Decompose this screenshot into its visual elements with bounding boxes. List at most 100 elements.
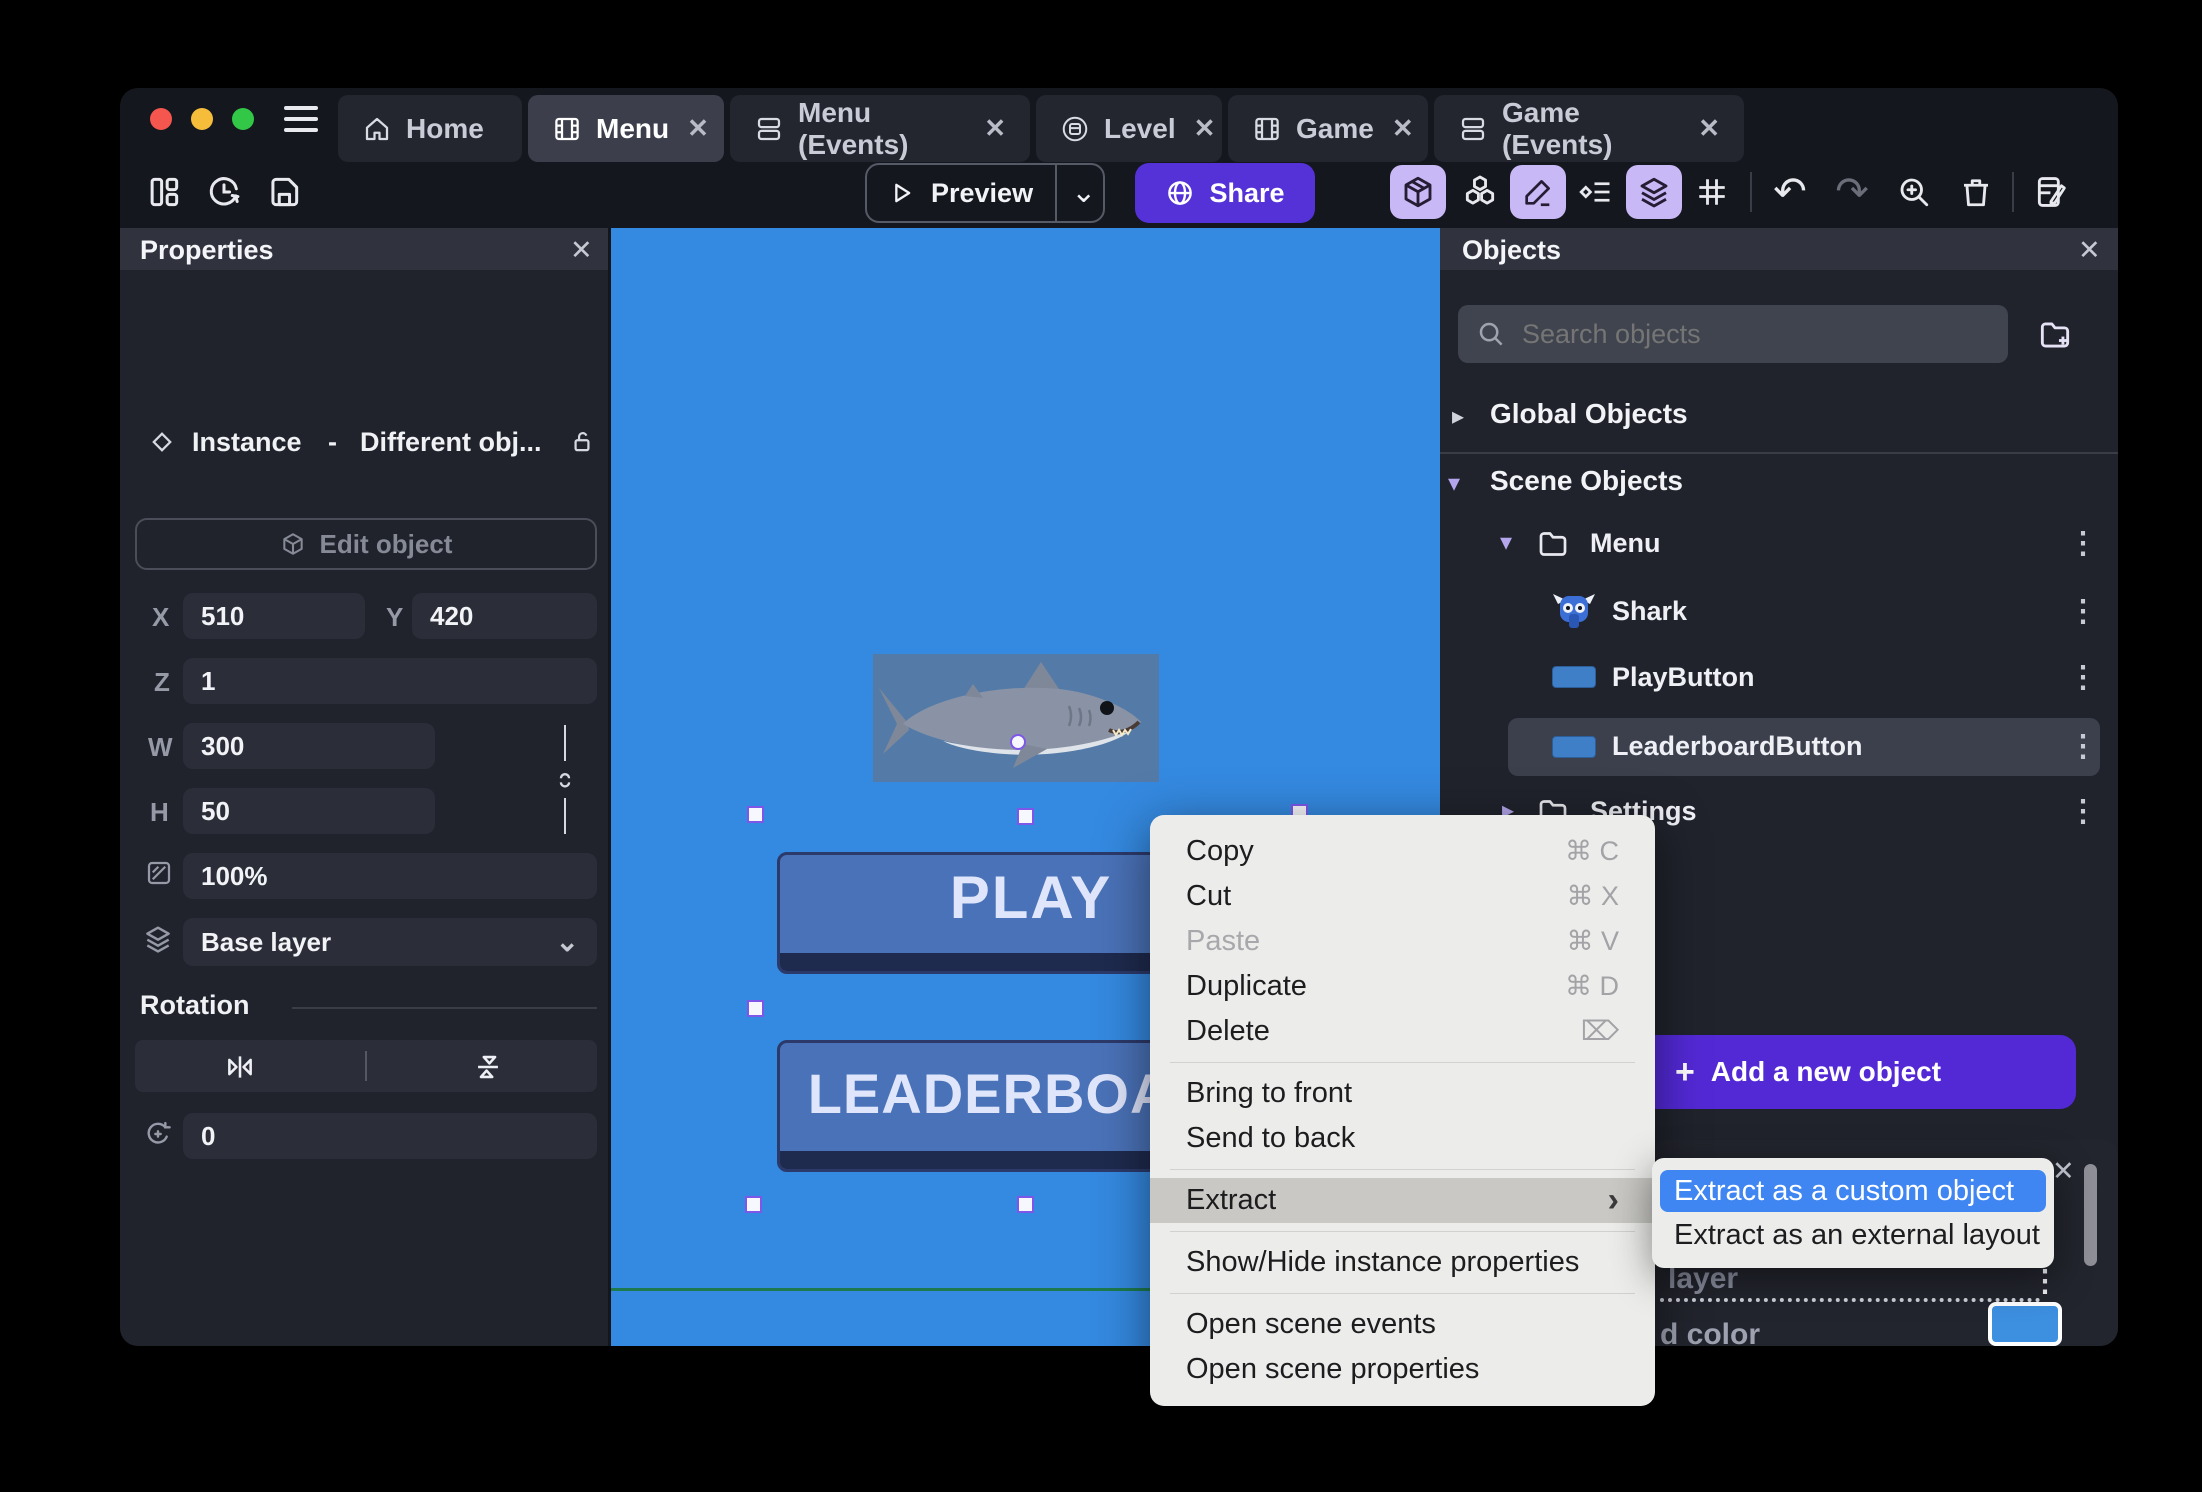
kebab-menu-icon[interactable]: ⋮ <box>2068 594 2099 629</box>
menu-item-extract[interactable]: Extract › <box>1150 1178 1655 1223</box>
selection-handle-bottom-left[interactable] <box>745 1196 762 1213</box>
kebab-menu-icon[interactable]: ⋮ <box>2068 660 2099 695</box>
kebab-menu-icon[interactable]: ⋮ <box>2068 526 2099 561</box>
menu-divider <box>1170 1169 1635 1170</box>
search-objects-box[interactable] <box>1458 305 2008 363</box>
global-objects-section[interactable]: Global Objects <box>1490 398 1688 430</box>
close-icon[interactable]: ✕ <box>1392 113 1414 144</box>
grid-icon[interactable] <box>1684 165 1740 219</box>
kebab-menu-icon[interactable]: ⋮ <box>2068 729 2099 764</box>
close-icon[interactable]: ✕ <box>1194 113 1216 144</box>
flip-vertical-icon[interactable] <box>471 1050 505 1084</box>
menu-item-open-scene-events[interactable]: Open scene events <box>1150 1302 1655 1347</box>
background-color-swatch[interactable] <box>1988 1302 2062 1346</box>
submenu-item-extract-external-layout[interactable]: Extract as an external layout <box>1660 1214 2046 1256</box>
tree-row-leaderboardbutton[interactable]: LeaderboardButton ⋮ <box>1508 718 2100 776</box>
selection-handle-top-center[interactable] <box>1017 808 1034 825</box>
objects-icon[interactable] <box>1452 165 1508 219</box>
search-objects-input[interactable] <box>1520 317 2008 351</box>
add-folder-icon[interactable] <box>2036 316 2074 354</box>
close-icon[interactable]: ✕ <box>984 113 1006 144</box>
close-icon[interactable]: ✕ <box>570 235 593 266</box>
selection-handle-bottom-center[interactable] <box>1017 1196 1034 1213</box>
share-button[interactable]: Share <box>1135 163 1315 223</box>
tab-home[interactable]: Home <box>338 95 522 162</box>
close-icon[interactable]: ✕ <box>687 113 709 144</box>
x-field[interactable] <box>183 593 365 639</box>
global-objects-caret[interactable]: ▸ <box>1452 402 1464 431</box>
rotate-handle[interactable] <box>1010 734 1026 750</box>
y-field[interactable] <box>412 593 597 639</box>
scene-objects-section[interactable]: Scene Objects <box>1490 465 1683 497</box>
menu-item-show-hide-instance-properties[interactable]: Show/Hide instance properties <box>1150 1240 1655 1285</box>
edit-pencil-icon[interactable] <box>1510 165 1566 219</box>
selection-handle-mid-left[interactable] <box>747 1000 764 1017</box>
instance-properties-icon[interactable] <box>1568 165 1624 219</box>
rotation-field[interactable] <box>183 1113 597 1159</box>
close-icon[interactable]: ✕ <box>2052 1156 2075 1187</box>
tree-row-label: PlayButton <box>1612 662 1755 692</box>
cube-2d-icon <box>280 531 306 557</box>
opacity-field[interactable] <box>183 853 597 899</box>
selection-handle-top-left[interactable] <box>747 806 764 823</box>
menu-item-delete[interactable]: Delete ⌦ <box>1150 1009 1655 1054</box>
trash-icon[interactable] <box>1948 165 2004 219</box>
folder-caret-icon[interactable]: ▾ <box>1500 528 1512 557</box>
layer-select-value: Base layer <box>201 926 332 957</box>
tree-row-playbutton[interactable]: PlayButton ⋮ <box>1440 652 2118 706</box>
preview-dropdown-chevron[interactable]: ⌄ <box>1071 178 1096 208</box>
preview-button[interactable]: Preview ⌄ <box>865 163 1105 223</box>
tab-menu[interactable]: Menu ✕ <box>528 95 724 162</box>
menu-item-send-to-back[interactable]: Send to back <box>1150 1116 1655 1161</box>
traffic-light-minimize[interactable] <box>191 108 213 130</box>
kebab-menu-icon[interactable]: ⋮ <box>2030 1264 2061 1299</box>
cube-3d-icon[interactable] <box>1390 165 1446 219</box>
h-field[interactable] <box>183 788 435 834</box>
tab-game-events[interactable]: Game (Events) ✕ <box>1434 95 1744 162</box>
external-layout-icon <box>1060 114 1090 144</box>
layout-icon[interactable] <box>142 170 186 214</box>
tree-row-menu-folder[interactable]: ▾ Menu ⋮ <box>1440 520 2118 570</box>
save-icon[interactable] <box>262 170 306 214</box>
w-field[interactable] <box>183 723 435 769</box>
zoom-in-icon[interactable] <box>1886 165 1942 219</box>
tab-level[interactable]: Level ✕ <box>1036 95 1222 162</box>
close-icon[interactable]: ✕ <box>1698 113 1720 144</box>
traffic-light-close[interactable] <box>150 108 172 130</box>
edit-object-button[interactable]: Edit object <box>135 518 597 570</box>
z-field[interactable] <box>183 658 597 704</box>
kebab-menu-icon[interactable]: ⋮ <box>2068 794 2099 829</box>
layer-select[interactable]: Base layer ⌄ <box>183 918 597 966</box>
scrollbar-thumb[interactable] <box>2084 1164 2097 1266</box>
menu-item-copy[interactable]: Copy ⌘ C <box>1150 829 1655 874</box>
objects-panel-title: Objects <box>1462 235 1562 265</box>
close-icon[interactable]: ✕ <box>2078 235 2101 266</box>
toolbar-divider <box>2012 172 2014 212</box>
section-divider <box>1440 452 2118 454</box>
menu-item-open-scene-properties[interactable]: Open scene properties <box>1150 1347 1655 1392</box>
scene-objects-caret[interactable]: ▾ <box>1448 469 1460 498</box>
undo-icon[interactable]: ↶ <box>1762 165 1818 219</box>
history-icon[interactable] <box>202 170 246 214</box>
tree-row-shark[interactable]: Shark ⋮ <box>1440 586 2118 640</box>
submenu-arrow-icon: › <box>1607 1181 1619 1219</box>
events-icon <box>754 114 784 144</box>
globe-icon <box>1165 178 1195 208</box>
layers-icon[interactable] <box>1626 165 1682 219</box>
submenu-item-extract-custom-object[interactable]: Extract as a custom object <box>1660 1170 2046 1212</box>
scene-events-icon[interactable] <box>2024 165 2080 219</box>
menu-item-duplicate[interactable]: Duplicate ⌘ D <box>1150 964 1655 1009</box>
traffic-light-zoom[interactable] <box>232 108 254 130</box>
layers-scrollbar[interactable] <box>2084 1158 2097 1342</box>
redo-icon[interactable]: ↷ <box>1824 165 1880 219</box>
menu-item-cut[interactable]: Cut ⌘ X <box>1150 874 1655 919</box>
link-chain-icon[interactable] <box>551 766 579 794</box>
shark-sprite[interactable] <box>873 654 1159 782</box>
flip-horizontal-icon[interactable] <box>223 1050 257 1084</box>
unlock-icon[interactable] <box>568 428 596 456</box>
hamburger-menu-icon[interactable] <box>284 104 318 134</box>
menu-item-bring-to-front[interactable]: Bring to front <box>1150 1071 1655 1116</box>
tab-menu-events[interactable]: Menu (Events) ✕ <box>730 95 1030 162</box>
menu-item-paste: Paste ⌘ V <box>1186 925 1619 957</box>
tab-game[interactable]: Game ✕ <box>1228 95 1428 162</box>
